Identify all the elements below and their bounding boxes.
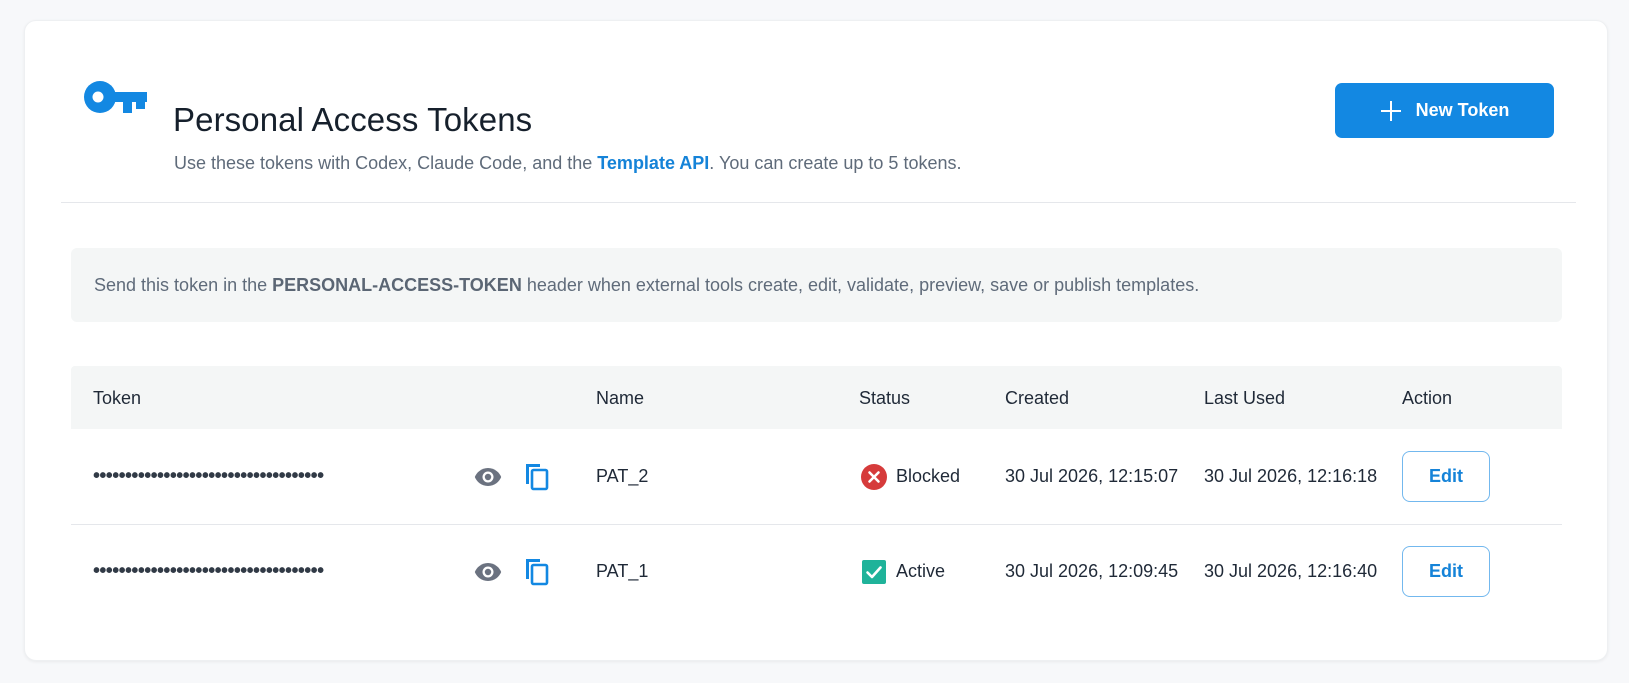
plus-icon [1380,100,1402,122]
check-square-icon [862,559,886,584]
eye-icon [474,562,502,581]
status-label: Blocked [896,466,961,486]
table-row: •••••••••••••••••••••••••••••••••••• PAT… [71,524,1562,619]
status-badge: Blocked [861,429,960,524]
subtitle-prefix: Use these tokens with Codex, Claude Code… [174,153,598,173]
status-label: Active [896,561,946,581]
info-prefix: Send this token in the [94,274,268,295]
column-header-action: Action [1402,388,1453,408]
show-token-button[interactable] [474,524,502,619]
page-title: Personal Access Tokens [173,101,533,138]
column-header-status: Status [859,388,911,408]
tokens-card: Personal Access Tokens Use these tokens … [24,20,1608,661]
table-header: Token Name Status Created Last Used Acti… [71,366,1562,429]
masked-token: •••••••••••••••••••••••••••••••••••• [93,560,324,582]
created-date: 30 Jul 2026, 12:15:07 [1005,466,1179,486]
header-divider [61,202,1576,203]
key-icon [84,81,147,113]
token-name: PAT_1 [596,561,649,581]
info-suffix: header when external tools create, edit,… [526,274,1200,295]
status-badge: Active [861,524,945,619]
subtitle-suffix: . You can create up to 5 tokens. [709,153,962,173]
table-row: •••••••••••••••••••••••••••••••••••• PAT… [71,429,1562,525]
last-used-date: 30 Jul 2026, 12:16:40 [1204,561,1378,581]
copy-icon [526,463,549,490]
token-name: PAT_2 [596,466,649,486]
template-api-link[interactable]: Template API [597,153,709,173]
edit-button[interactable]: Edit [1402,451,1490,502]
x-circle-icon [861,463,887,490]
new-token-label: New Token [1415,100,1510,120]
copy-icon [526,558,549,585]
column-header-created: Created [1005,388,1070,408]
copy-token-button[interactable] [524,429,550,524]
show-token-button[interactable] [474,429,502,524]
masked-token: •••••••••••••••••••••••••••••••••••• [93,465,324,487]
new-token-button[interactable]: New Token [1335,83,1554,138]
column-header-name: Name [596,388,645,408]
column-header-last-used: Last Used [1204,388,1286,408]
info-header-name: PERSONAL-ACCESS-TOKEN [272,274,522,295]
last-used-date: 30 Jul 2026, 12:16:18 [1204,466,1378,486]
created-date: 30 Jul 2026, 12:09:45 [1005,561,1179,581]
info-notice: Send this token in the PERSONAL-ACCESS-T… [71,248,1562,322]
page-subtitle: Use these tokens with Codex, Claude Code… [174,153,961,174]
column-header-token: Token [93,388,142,408]
eye-icon [474,467,502,486]
copy-token-button[interactable] [524,524,550,619]
edit-button[interactable]: Edit [1402,546,1490,597]
